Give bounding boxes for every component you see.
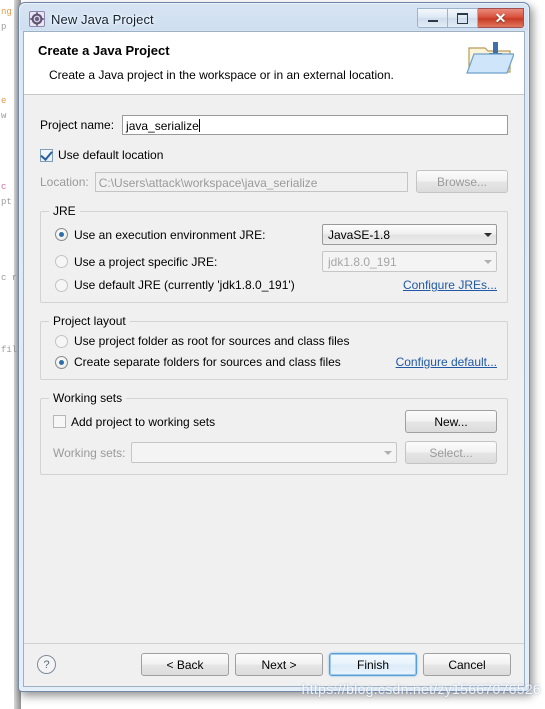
location-label: Location: bbox=[40, 174, 89, 189]
close-button[interactable]: ✕ bbox=[478, 8, 524, 28]
layout-option-project-folder[interactable]: Use project folder as root for sources a… bbox=[55, 334, 497, 348]
use-default-location-label: Use default location bbox=[58, 148, 164, 162]
browse-button: Browse... bbox=[416, 170, 508, 193]
jre-option-project-specific[interactable]: Use a project specific JRE: jdk1.8.0_191 bbox=[55, 251, 497, 272]
text-caret bbox=[198, 119, 200, 132]
dialog-titlebar[interactable]: New Java Project ✕ bbox=[23, 7, 525, 31]
add-to-working-sets-label: Add project to working sets bbox=[71, 414, 216, 429]
use-default-location-checkbox[interactable] bbox=[40, 147, 53, 162]
layout-project-folder-label: Use project folder as root for sources a… bbox=[74, 334, 350, 348]
project-name-row: Project name: java_serialize bbox=[40, 115, 508, 135]
java-project-gear-icon bbox=[29, 11, 45, 27]
jre-option-default[interactable]: Use default JRE (currently 'jdk1.8.0_191… bbox=[55, 278, 497, 292]
background-code-line: ng bbox=[1, 7, 12, 17]
finish-button[interactable]: Finish bbox=[329, 653, 417, 676]
working-sets-row: Working sets: Select... bbox=[53, 441, 497, 464]
checkmark-icon bbox=[40, 147, 53, 161]
dialog-title: New Java Project bbox=[51, 11, 154, 27]
jre-project-specific-radio[interactable] bbox=[55, 255, 68, 268]
minimize-button[interactable] bbox=[417, 8, 448, 28]
execution-environment-value: JavaSE-1.8 bbox=[328, 227, 391, 242]
chevron-down-icon bbox=[379, 450, 396, 455]
jre-option-execution-environment[interactable]: Use an execution environment JRE: JavaSE… bbox=[55, 224, 497, 245]
jre-default-label: Use default JRE (currently 'jdk1.8.0_191… bbox=[74, 278, 295, 292]
project-specific-jre-value: jdk1.8.0_191 bbox=[328, 254, 397, 269]
working-sets-combo bbox=[131, 442, 397, 463]
configure-default-link[interactable]: Configure default... bbox=[396, 355, 497, 369]
add-to-working-sets-row[interactable]: Add project to working sets New... bbox=[53, 410, 497, 433]
location-input: C:\Users\attack\workspace\java_serialize bbox=[94, 171, 408, 192]
maximize-button[interactable] bbox=[448, 8, 478, 28]
background-code-line: e bbox=[1, 96, 7, 106]
close-icon: ✕ bbox=[494, 10, 507, 26]
select-working-sets-button: Select... bbox=[405, 441, 497, 464]
working-sets-label: Working sets: bbox=[53, 445, 126, 460]
execution-environment-combo[interactable]: JavaSE-1.8 bbox=[322, 224, 497, 245]
layout-separate-folders-label: Create separate folders for sources and … bbox=[74, 355, 341, 369]
working-sets-group: Working sets Add project to working sets… bbox=[40, 391, 508, 475]
project-name-value: java_serialize bbox=[126, 119, 199, 133]
location-row: Location: C:\Users\attack\workspace\java… bbox=[40, 170, 508, 193]
layout-separate-folders-radio[interactable] bbox=[55, 355, 68, 369]
minimize-icon bbox=[427, 20, 438, 22]
jre-group: JRE Use an execution environment JRE: Ja… bbox=[40, 204, 508, 303]
page-title: Create a Java Project bbox=[38, 43, 170, 58]
project-name-input[interactable]: java_serialize bbox=[122, 115, 508, 135]
cancel-button[interactable]: Cancel bbox=[423, 653, 511, 676]
wizard-header: Create a Java Project Create a Java proj… bbox=[24, 32, 524, 95]
new-java-project-folder-icon bbox=[466, 38, 515, 78]
dialog-client-area: Create a Java Project Create a Java proj… bbox=[23, 31, 525, 687]
working-sets-group-title: Working sets bbox=[49, 391, 127, 405]
window-controls: ✕ bbox=[417, 8, 524, 28]
radio-dot-icon bbox=[59, 232, 64, 237]
chevron-down-icon bbox=[479, 232, 496, 237]
configure-jres-link[interactable]: Configure JREs... bbox=[403, 278, 497, 292]
background-code-line: c bbox=[1, 182, 7, 192]
background-code-line: fil bbox=[1, 345, 18, 355]
back-button[interactable]: < Back bbox=[141, 653, 229, 676]
jre-execution-environment-radio[interactable] bbox=[55, 228, 68, 241]
next-button[interactable]: Next > bbox=[235, 653, 323, 676]
use-default-location-row[interactable]: Use default location bbox=[40, 147, 508, 162]
jre-execution-environment-label: Use an execution environment JRE: bbox=[74, 227, 266, 242]
footer-button-bar: < Back Next > Finish Cancel bbox=[141, 653, 511, 676]
new-java-project-dialog: New Java Project ✕ Create a Java Project… bbox=[18, 2, 530, 692]
dialog-footer: ? < Back Next > Finish Cancel bbox=[24, 643, 524, 686]
layout-option-separate-folders[interactable]: Create separate folders for sources and … bbox=[55, 355, 497, 369]
project-layout-group-title: Project layout bbox=[49, 314, 130, 328]
project-name-label: Project name: bbox=[40, 118, 115, 132]
jre-project-specific-label: Use a project specific JRE: bbox=[74, 254, 218, 269]
radio-dot-icon bbox=[59, 359, 64, 365]
chevron-down-icon bbox=[479, 259, 496, 264]
background-code-line: pt bbox=[1, 197, 12, 207]
jre-default-radio[interactable] bbox=[55, 278, 68, 292]
location-value: C:\Users\attack\workspace\java_serialize bbox=[98, 175, 318, 190]
jre-group-title: JRE bbox=[49, 204, 80, 218]
add-to-working-sets-checkbox[interactable] bbox=[53, 415, 66, 428]
new-working-set-button[interactable]: New... bbox=[405, 410, 497, 433]
layout-project-folder-radio[interactable] bbox=[55, 334, 68, 348]
background-code-line: w bbox=[1, 111, 7, 121]
project-layout-group: Project layout Use project folder as roo… bbox=[40, 314, 508, 380]
wizard-body: Project name: java_serialize Use default… bbox=[24, 95, 524, 643]
page-description: Create a Java project in the workspace o… bbox=[49, 68, 394, 82]
maximize-icon bbox=[457, 12, 468, 24]
project-specific-jre-combo: jdk1.8.0_191 bbox=[322, 251, 497, 272]
background-code-line: p bbox=[1, 22, 7, 32]
help-question-icon[interactable]: ? bbox=[37, 655, 56, 674]
